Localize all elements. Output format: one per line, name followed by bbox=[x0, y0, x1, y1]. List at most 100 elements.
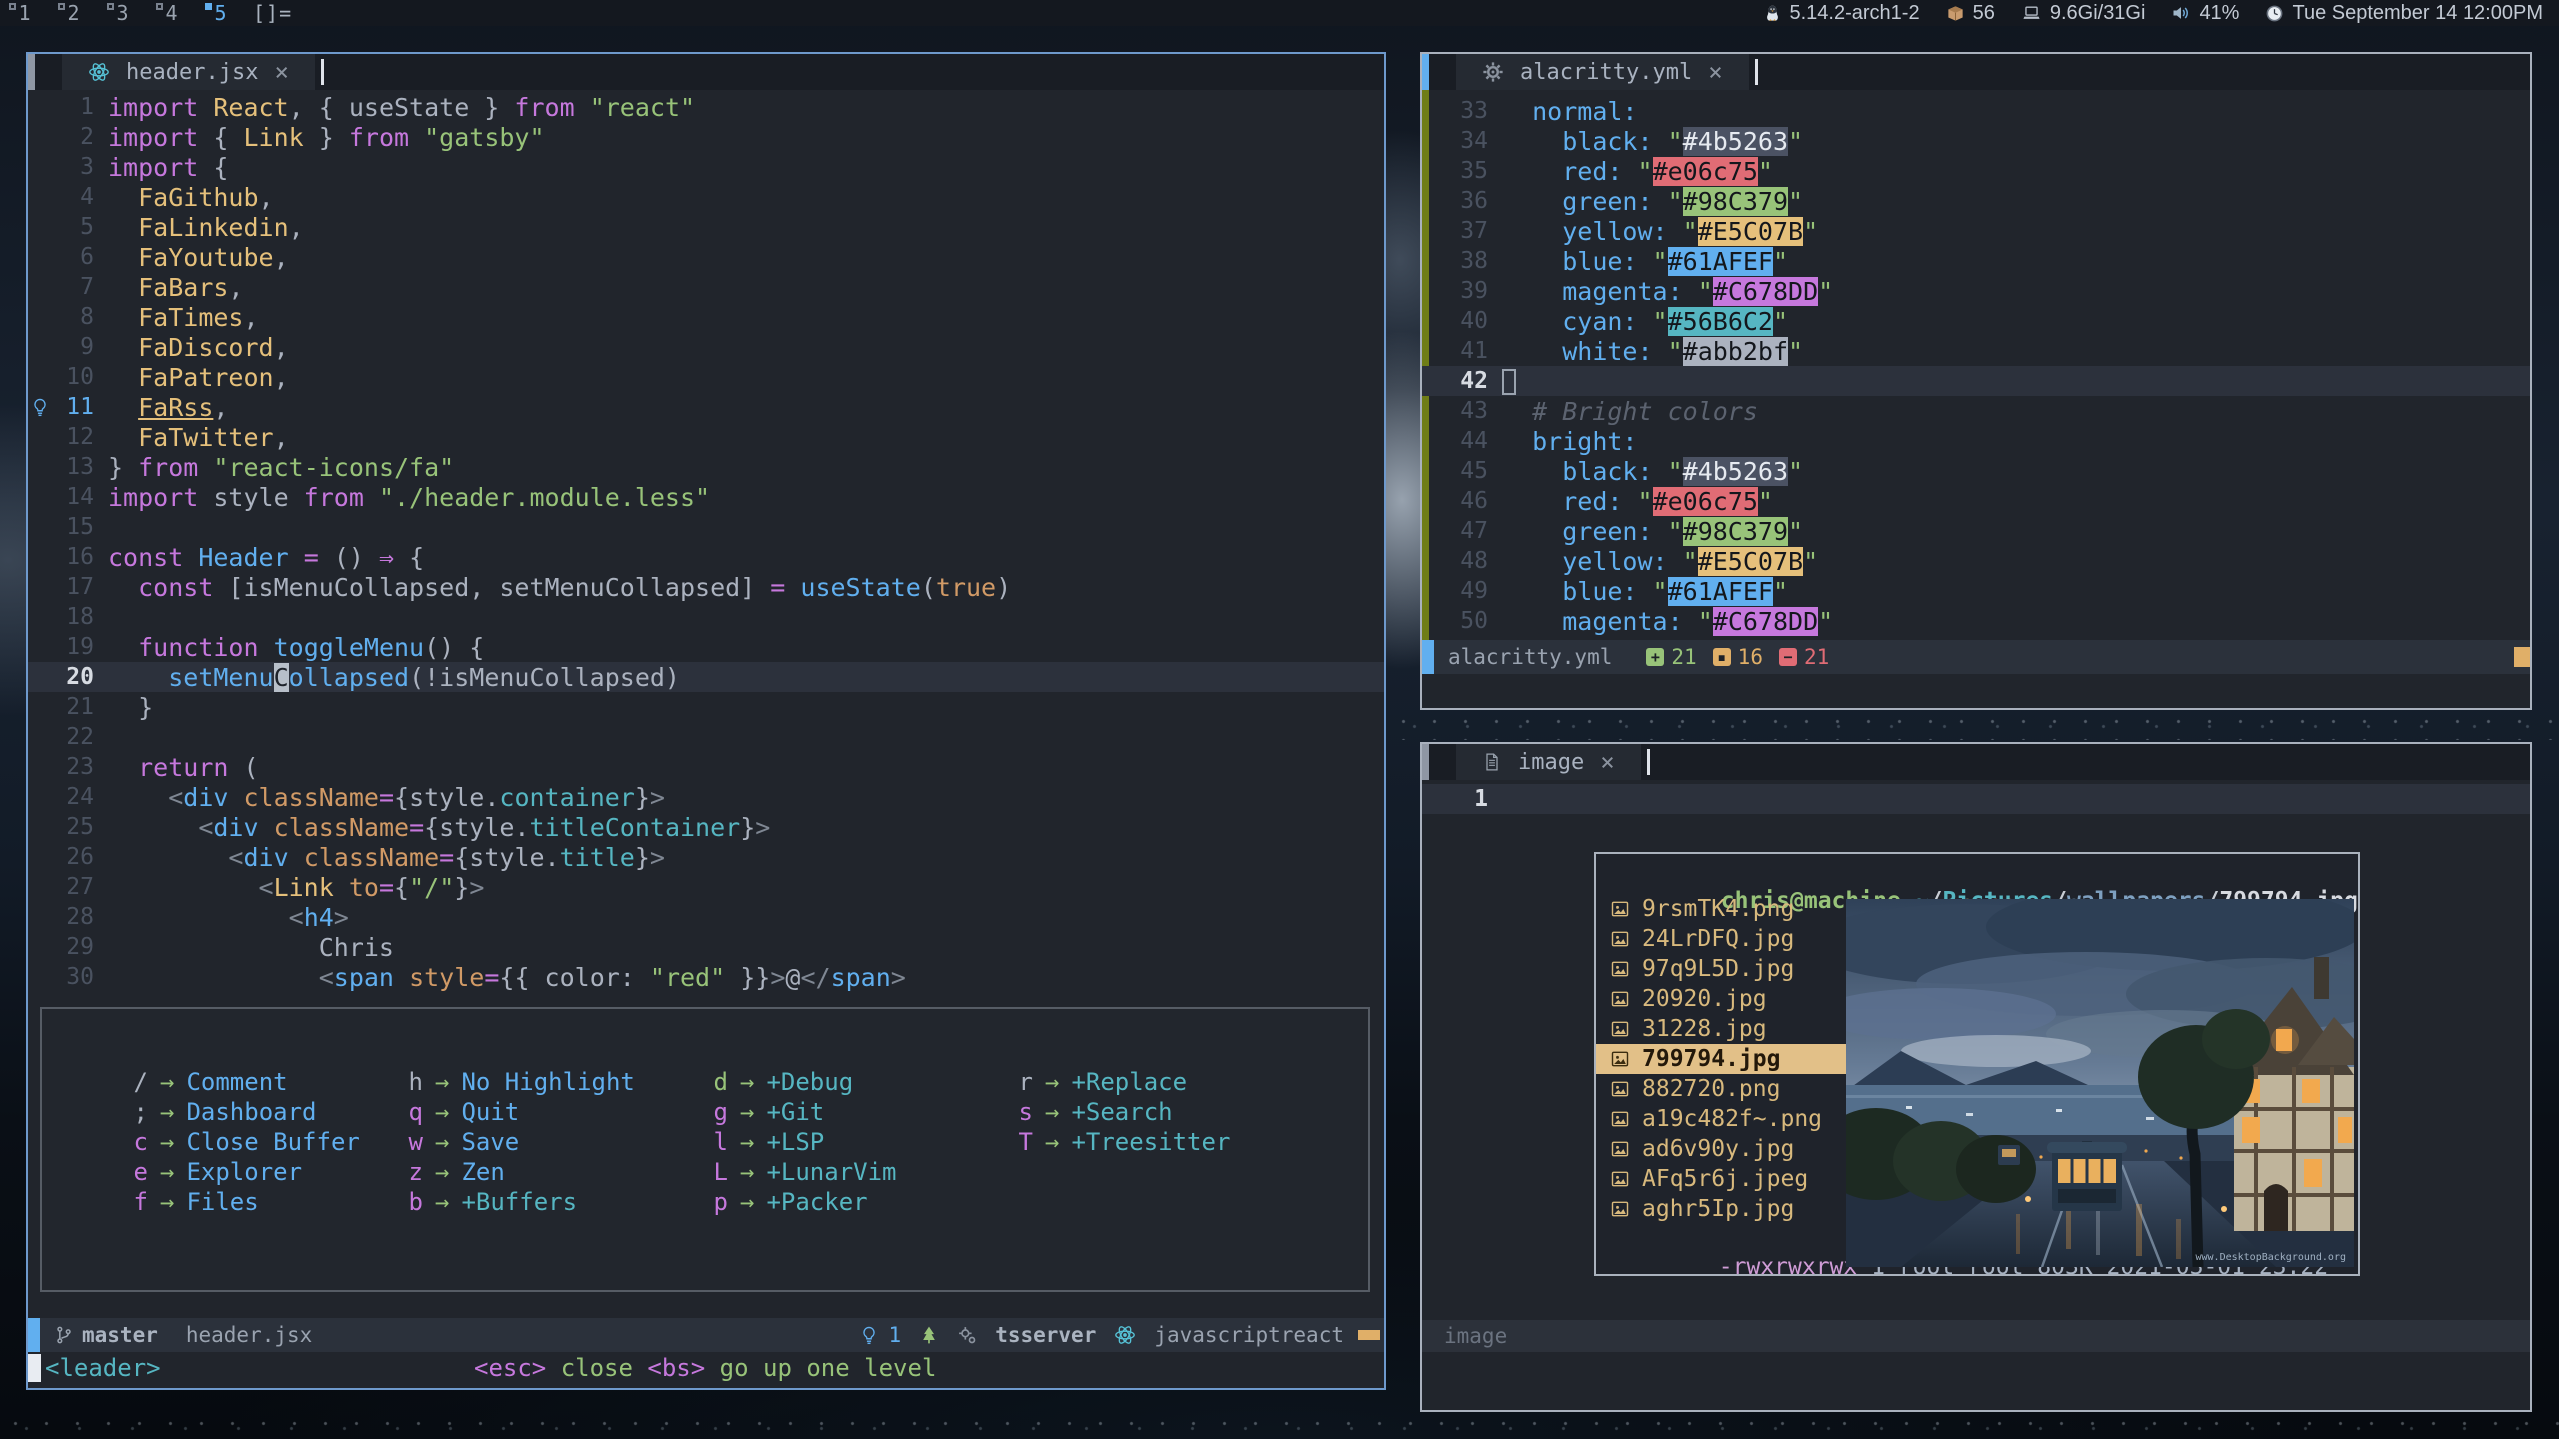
code-line[interactable]: 29 Chris bbox=[28, 932, 1384, 962]
binding-label: +Treesitter bbox=[1071, 1128, 1230, 1156]
whichkey-item[interactable]: b→+Buffers bbox=[397, 1187, 635, 1217]
image-file-icon bbox=[1610, 1079, 1632, 1099]
gutter-sign bbox=[1422, 516, 1446, 546]
buffer-tab-image[interactable]: image × bbox=[1456, 744, 1641, 780]
code-line[interactable]: 12 FaTwitter, bbox=[28, 422, 1384, 452]
key-label: b bbox=[397, 1188, 423, 1216]
workspace-1[interactable]: 1 bbox=[0, 0, 49, 26]
code-line[interactable]: 44 bright: bbox=[1422, 426, 2530, 456]
code-line[interactable]: 6 FaYoutube, bbox=[28, 242, 1384, 272]
workspace-2[interactable]: 2 bbox=[49, 0, 98, 26]
whichkey-item[interactable]: e→Explorer bbox=[122, 1157, 360, 1187]
cmdline-cursor bbox=[28, 1354, 41, 1382]
workspace-4[interactable]: 4 bbox=[147, 0, 196, 26]
code-line[interactable]: 42 bbox=[1422, 366, 2530, 396]
code-line[interactable]: 43 # Bright colors bbox=[1422, 396, 2530, 426]
scroll-indicator[interactable] bbox=[2514, 647, 2530, 667]
line-number: 15 bbox=[52, 514, 94, 540]
code-line[interactable]: 25 <div className={style.titleContainer}… bbox=[28, 812, 1384, 842]
code-line[interactable]: 4 FaGithub, bbox=[28, 182, 1384, 212]
whichkey-item[interactable]: T→+Treesitter bbox=[1007, 1127, 1230, 1157]
code-line[interactable]: 27 <Link to={"/"}> bbox=[28, 872, 1384, 902]
close-icon[interactable]: × bbox=[1600, 750, 1614, 774]
token: #61AFEF bbox=[1668, 247, 1773, 276]
code-line[interactable]: 16const Header = () ⇒ { bbox=[28, 542, 1384, 572]
whichkey-item[interactable]: h→No Highlight bbox=[397, 1067, 635, 1097]
code-line[interactable]: 14import style from "./header.module.les… bbox=[28, 482, 1384, 512]
code-line[interactable]: 22 bbox=[28, 722, 1384, 752]
whichkey-item[interactable]: ;→Dashboard bbox=[122, 1097, 360, 1127]
code-line[interactable]: 33 normal: bbox=[1422, 96, 2530, 126]
code-line[interactable]: 21 } bbox=[28, 692, 1384, 722]
whichkey-item[interactable]: /→Comment bbox=[122, 1067, 360, 1097]
whichkey-item[interactable]: p→+Packer bbox=[702, 1187, 897, 1217]
whichkey-item[interactable]: r→+Replace bbox=[1007, 1067, 1230, 1097]
code-line[interactable]: 40 cyan: "#56B6C2" bbox=[1422, 306, 2530, 336]
token: green: bbox=[1562, 517, 1652, 546]
token bbox=[1502, 607, 1562, 636]
workspace-3[interactable]: 3 bbox=[98, 0, 147, 26]
code-line[interactable]: 9 FaDiscord, bbox=[28, 332, 1384, 362]
code-line[interactable]: 46 red: "#e06c75" bbox=[1422, 486, 2530, 516]
whichkey-item[interactable]: z→Zen bbox=[397, 1157, 635, 1187]
whichkey-item[interactable]: c→Close Buffer bbox=[122, 1127, 360, 1157]
buffer-tab-header-jsx[interactable]: header.jsx × bbox=[62, 54, 315, 90]
code-line[interactable]: 13} from "react-icons/fa" bbox=[28, 452, 1384, 482]
whichkey-item[interactable]: L→+LunarVim bbox=[702, 1157, 897, 1187]
code-line[interactable]: 10 FaPatreon, bbox=[28, 362, 1384, 392]
code-line[interactable]: 5 FaLinkedin, bbox=[28, 212, 1384, 242]
code-line[interactable]: 28 <h4> bbox=[28, 902, 1384, 932]
code-line[interactable]: 8 FaTimes, bbox=[28, 302, 1384, 332]
code-line[interactable]: 24 <div className={style.container}> bbox=[28, 782, 1384, 812]
code-line[interactable]: 7 FaBars, bbox=[28, 272, 1384, 302]
code-line[interactable]: 39 magenta: "#C678DD" bbox=[1422, 276, 2530, 306]
close-icon[interactable]: × bbox=[274, 60, 288, 84]
code-text: import { Link } from "gatsby" bbox=[94, 123, 545, 152]
scroll-indicator[interactable] bbox=[1358, 1330, 1380, 1340]
whichkey-item[interactable]: f→Files bbox=[122, 1187, 360, 1217]
token: ollapsed bbox=[289, 663, 409, 692]
layout-indicator[interactable]: []= bbox=[253, 1, 292, 25]
token: " bbox=[1788, 517, 1803, 546]
code-line[interactable]: 45 black: "#4b5263" bbox=[1422, 456, 2530, 486]
close-icon[interactable]: × bbox=[1708, 60, 1722, 84]
whichkey-item[interactable]: q→Quit bbox=[397, 1097, 635, 1127]
code-line[interactable]: 23 return ( bbox=[28, 752, 1384, 782]
token: , bbox=[289, 213, 304, 242]
whichkey-item[interactable]: d→+Debug bbox=[702, 1067, 897, 1097]
whichkey-item[interactable]: l→+LSP bbox=[702, 1127, 897, 1157]
code-line[interactable]: 2import { Link } from "gatsby" bbox=[28, 122, 1384, 152]
code-line[interactable]: 36 green: "#98C379" bbox=[1422, 186, 2530, 216]
code-line[interactable]: 49 blue: "#61AFEF" bbox=[1422, 576, 2530, 606]
code-line[interactable]: 50 magenta: "#C678DD" bbox=[1422, 606, 2530, 636]
clock-icon bbox=[2265, 4, 2284, 23]
code-line[interactable]: 20 setMenuCollapsed(!isMenuCollapsed) bbox=[28, 662, 1384, 692]
code-line[interactable]: 30 <span style={{ color: "red" }}>@</spa… bbox=[28, 962, 1384, 992]
code-line[interactable]: 41 white: "#abb2bf" bbox=[1422, 336, 2530, 366]
code-line[interactable]: 1import React, { useState } from "react" bbox=[28, 92, 1384, 122]
code-line[interactable]: 34 black: "#4b5263" bbox=[1422, 126, 2530, 156]
code-line[interactable]: 19 function toggleMenu() { bbox=[28, 632, 1384, 662]
code-line[interactable]: 3import { bbox=[28, 152, 1384, 182]
token bbox=[108, 663, 168, 692]
code-line[interactable]: 1 bbox=[1422, 784, 2530, 814]
code-line[interactable]: 38 blue: "#61AFEF" bbox=[1422, 246, 2530, 276]
whichkey-item[interactable]: w→Save bbox=[397, 1127, 635, 1157]
code-line[interactable]: 37 yellow: "#E5C07B" bbox=[1422, 216, 2530, 246]
code-line[interactable]: 26 <div className={style.title}> bbox=[28, 842, 1384, 872]
whichkey-item[interactable]: g→+Git bbox=[702, 1097, 897, 1127]
code-line[interactable]: 47 green: "#98C379" bbox=[1422, 516, 2530, 546]
git-added-icon: + bbox=[1646, 648, 1664, 666]
code-line[interactable]: 18 bbox=[28, 602, 1384, 632]
buffer-tab-alacritty-yml[interactable]: alacritty.yml × bbox=[1456, 54, 1749, 90]
workspace-5[interactable]: 5 bbox=[196, 0, 245, 26]
code-line[interactable]: 17 const [isMenuCollapsed, setMenuCollap… bbox=[28, 572, 1384, 602]
workspace-label: 2 bbox=[67, 1, 79, 25]
code-line[interactable]: 35 red: "#e06c75" bbox=[1422, 156, 2530, 186]
token: [isMenuCollapsed, setMenuCollapsed] bbox=[213, 573, 770, 602]
code-line[interactable]: 15 bbox=[28, 512, 1384, 542]
token: "react" bbox=[590, 93, 695, 122]
whichkey-item[interactable]: s→+Search bbox=[1007, 1097, 1230, 1127]
code-line[interactable]: 48 yellow: "#E5C07B" bbox=[1422, 546, 2530, 576]
code-line[interactable]: 11 FaRss, bbox=[28, 392, 1384, 422]
